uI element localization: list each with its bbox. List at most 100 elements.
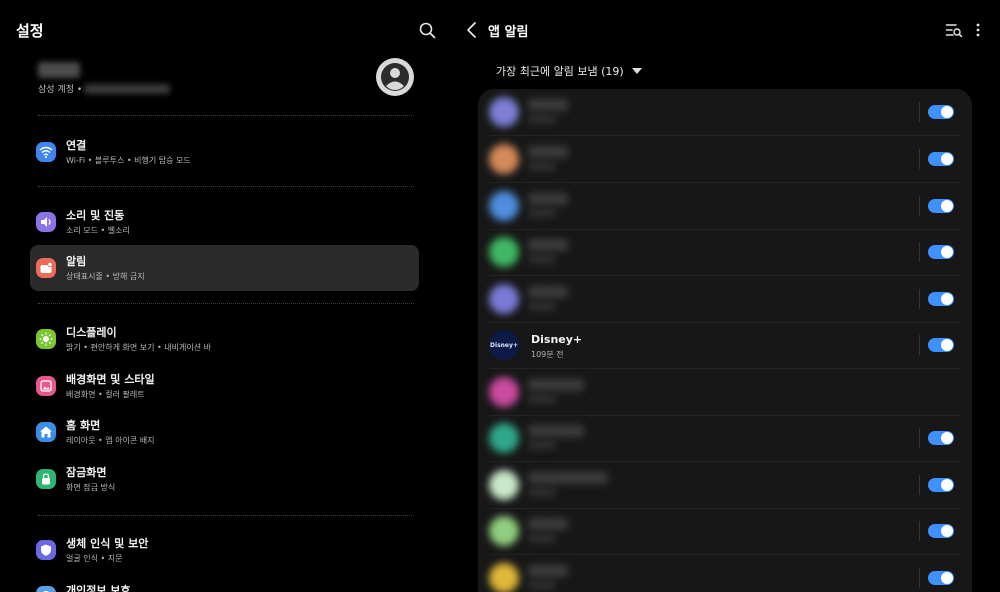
notification-toggle[interactable]: [928, 338, 954, 352]
divider: [38, 186, 414, 187]
divider: [919, 521, 920, 541]
menu-item-label: 소리 및 진동: [66, 209, 125, 222]
menu-item-home-screen[interactable]: 홈 화면 레이아웃 • 앱 아이콘 배지: [30, 409, 419, 455]
app-icon: [489, 191, 519, 221]
menu-item-subtitle: 소리 모드 • 벨소리: [66, 226, 130, 235]
app-time-redacted: [528, 534, 556, 542]
app-time-redacted: [528, 581, 556, 589]
app-time-redacted: [528, 441, 556, 449]
notification-icon: [36, 258, 56, 278]
filter-search-icon[interactable]: [945, 21, 963, 39]
menu-item-subtitle: 밝기 • 편안하게 화면 보기 • 내비게이션 바: [66, 343, 211, 352]
app-icon: [489, 97, 519, 127]
app-row[interactable]: [478, 89, 972, 136]
samsung-account[interactable]: 삼성 계정 •: [38, 58, 416, 104]
app-name-redacted: [528, 146, 568, 158]
app-time-redacted: [528, 488, 556, 496]
menu-item-label: 배경화면 및 스타일: [66, 373, 155, 386]
app-row[interactable]: [478, 183, 972, 230]
app-list: Disney+ Disney+ 109분 전: [478, 89, 972, 592]
menu-item-connections[interactable]: 연결 Wi-Fi • 블루투스 • 비행기 탑승 모드: [30, 129, 419, 175]
notification-toggle[interactable]: [928, 105, 954, 119]
sort-dropdown[interactable]: 가장 최근에 알림 보냄 (19): [496, 63, 642, 79]
divider: [919, 196, 920, 216]
divider: [919, 475, 920, 495]
app-notifications-panel: 앱 알림 가장 최근에 알림 보냄 (19) Disney+ Disney+ 1…: [455, 0, 1000, 592]
avatar[interactable]: [376, 58, 414, 96]
notification-toggle[interactable]: [928, 245, 954, 259]
menu-item-biometrics[interactable]: 생체 인식 및 보안 얼굴 인식 • 지문: [30, 527, 419, 573]
app-icon: [489, 144, 519, 174]
app-name-redacted: [528, 565, 568, 577]
back-arrow-icon[interactable]: [465, 21, 479, 39]
app-name: Disney+: [531, 333, 583, 346]
app-row[interactable]: [478, 276, 972, 323]
app-time-redacted: [528, 395, 556, 403]
app-name-redacted: [528, 99, 568, 111]
app-time: 109분 전: [531, 350, 564, 359]
settings-panel: 설정 삼성 계정 • 연결 Wi-Fi • 블루투스 • 비행기 탑승 모드 소…: [0, 0, 440, 592]
menu-item-subtitle: Wi-Fi • 블루투스 • 비행기 탑승 모드: [66, 156, 191, 165]
menu-item-wallpaper[interactable]: 배경화면 및 스타일 배경화면 • 컬러 팔레트: [30, 363, 419, 409]
person-icon: [381, 63, 409, 91]
app-time-redacted: [528, 302, 556, 310]
menu-item-privacy[interactable]: 개인정보 보호: [30, 574, 419, 592]
notification-toggle[interactable]: [928, 292, 954, 306]
app-icon: [489, 423, 519, 453]
app-row[interactable]: [478, 555, 972, 592]
home-icon: [36, 422, 56, 442]
app-row[interactable]: [478, 369, 972, 416]
menu-item-label: 디스플레이: [66, 326, 117, 339]
app-row[interactable]: [478, 229, 972, 276]
menu-item-sound[interactable]: 소리 및 진동 소리 모드 • 벨소리: [30, 199, 419, 245]
wallpaper-icon: [36, 376, 56, 396]
settings-header: 설정: [16, 20, 436, 42]
notification-toggle[interactable]: [928, 199, 954, 213]
menu-item-notifications[interactable]: 알림 상태표시줄 • 방해 금지: [30, 245, 419, 291]
notification-toggle[interactable]: [928, 571, 954, 585]
app-row-disney-plus[interactable]: Disney+ Disney+ 109분 전: [478, 322, 972, 369]
menu-item-label: 홈 화면: [66, 419, 101, 432]
menu-item-lock-screen[interactable]: 잠금화면 화면 잠금 방식: [30, 456, 419, 502]
app-time-redacted: [528, 162, 556, 170]
menu-item-subtitle: 얼굴 인식 • 지문: [66, 554, 123, 563]
volume-icon: [36, 212, 56, 232]
sort-label: 가장 최근에 알림 보냄 (19): [496, 65, 624, 78]
notification-toggle[interactable]: [928, 478, 954, 492]
menu-item-label: 개인정보 보호: [66, 584, 131, 592]
app-name-redacted: [528, 379, 584, 391]
divider: [919, 149, 920, 169]
notification-toggle[interactable]: [928, 524, 954, 538]
app-row[interactable]: [478, 415, 972, 462]
menu-item-label: 연결: [66, 139, 87, 152]
divider: [919, 102, 920, 122]
divider: [919, 242, 920, 262]
app-name-redacted: [528, 425, 584, 437]
notification-toggle[interactable]: [928, 152, 954, 166]
wifi-icon: [36, 142, 56, 162]
app-icon: [489, 516, 519, 546]
app-time-redacted: [528, 209, 556, 217]
menu-item-subtitle: 배경화면 • 컬러 팔레트: [66, 390, 145, 399]
app-row[interactable]: [478, 136, 972, 183]
menu-item-subtitle: 상태표시줄 • 방해 금지: [66, 272, 145, 281]
account-subtitle: 삼성 계정 •: [38, 85, 83, 95]
menu-item-display[interactable]: 디스플레이 밝기 • 편안하게 화면 보기 • 내비게이션 바: [30, 316, 419, 362]
app-row[interactable]: [478, 462, 972, 509]
app-icon: [489, 284, 519, 314]
app-time-redacted: [528, 255, 556, 263]
search-icon[interactable]: [418, 21, 438, 41]
account-name-redacted: [38, 62, 80, 78]
menu-item-subtitle: 화면 잠금 방식: [66, 483, 116, 492]
privacy-icon: [36, 586, 56, 592]
divider: [38, 303, 414, 304]
app-name-redacted: [528, 472, 608, 484]
notification-toggle[interactable]: [928, 431, 954, 445]
app-row[interactable]: [478, 508, 972, 555]
disney-plus-icon: Disney+: [489, 330, 519, 360]
app-name-redacted: [528, 239, 568, 251]
app-icon: [489, 470, 519, 500]
app-icon: [489, 563, 519, 592]
more-options-icon[interactable]: [973, 21, 983, 39]
menu-item-label: 알림: [66, 255, 87, 268]
